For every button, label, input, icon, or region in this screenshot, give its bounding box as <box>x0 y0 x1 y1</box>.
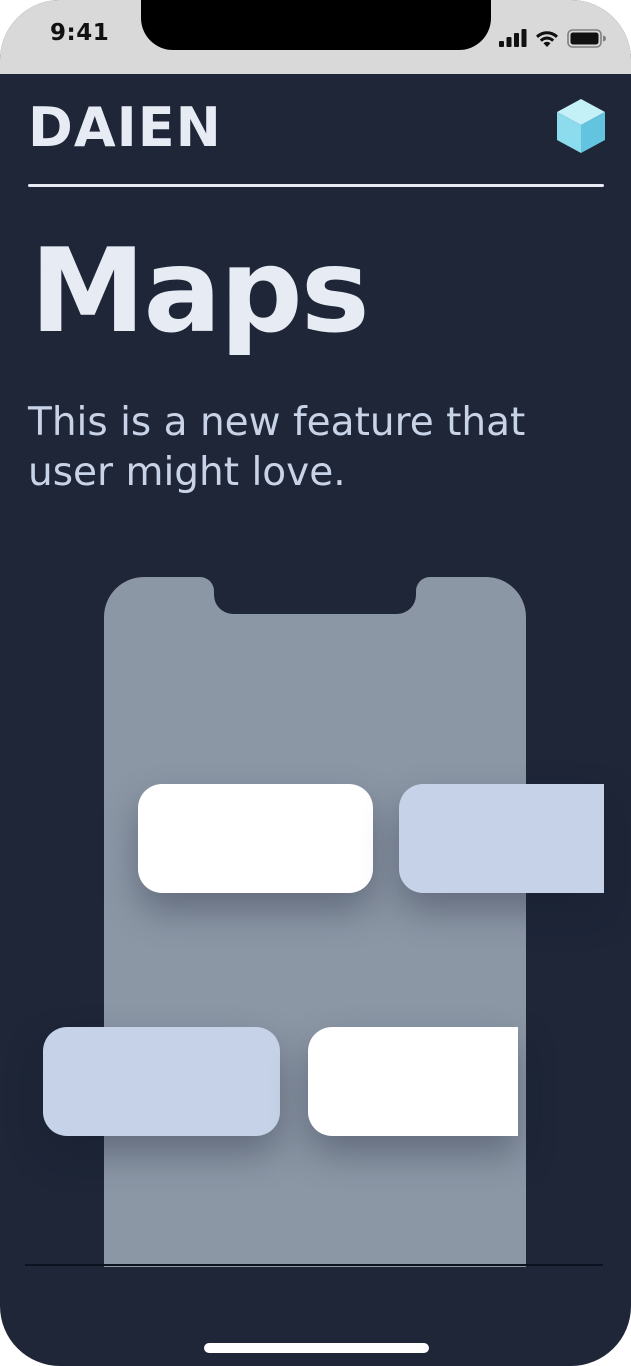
battery-icon <box>567 28 607 48</box>
cube-icon[interactable] <box>554 97 608 155</box>
phone-screen: 9:41 DAIEN Maps This is a new feature th… <box>0 0 631 1366</box>
feature-card <box>399 784 604 893</box>
home-indicator[interactable] <box>204 1343 429 1353</box>
device-notch <box>141 0 491 50</box>
feature-card <box>43 1027 280 1136</box>
status-icons <box>499 26 607 50</box>
feature-card <box>138 784 373 893</box>
feature-card <box>308 1027 518 1136</box>
status-bar: 9:41 <box>0 0 631 74</box>
status-time: 9:41 <box>50 20 110 46</box>
bottom-divider <box>25 1264 603 1266</box>
page-subtitle: This is a new feature that user might lo… <box>28 400 526 495</box>
header-divider <box>28 184 604 187</box>
brand-name: DAIEN <box>28 96 222 159</box>
signal-icon <box>499 29 527 47</box>
phone-illustration <box>104 577 526 1267</box>
wifi-icon <box>534 29 560 48</box>
page-title: Maps <box>30 224 370 359</box>
